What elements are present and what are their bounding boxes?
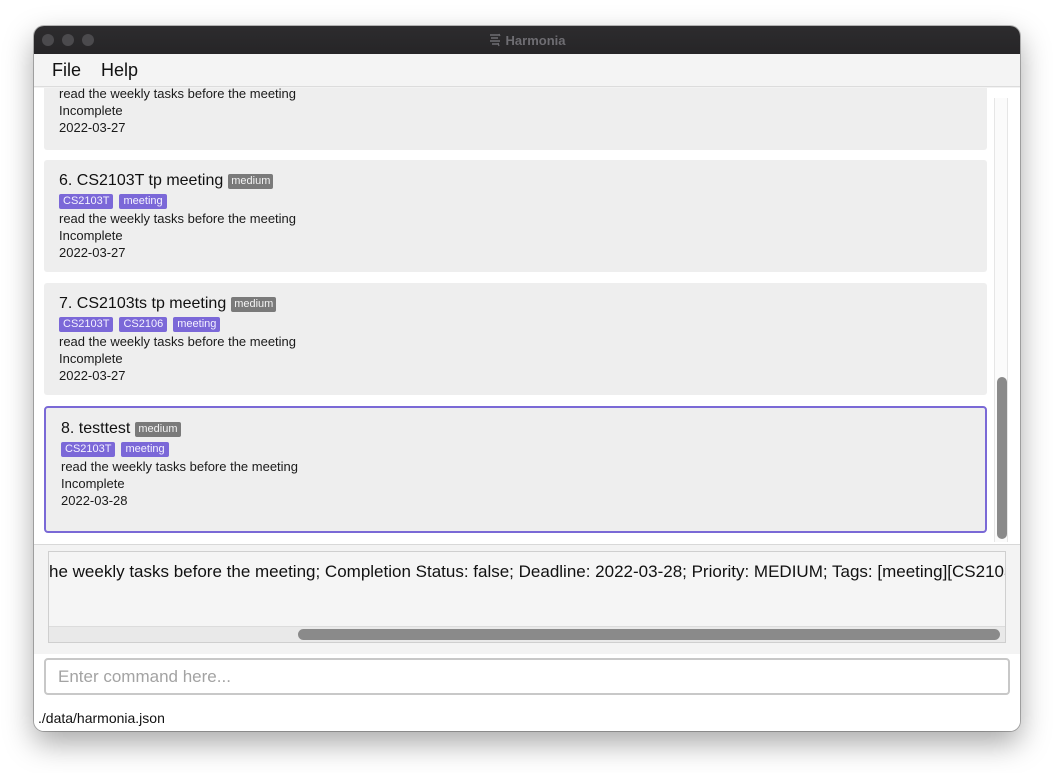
result-text: he weekly tasks before the meeting; Comp… [49, 562, 1005, 581]
task-card-selected[interactable]: 8. testtest medium CS2103T meeting read … [44, 406, 987, 533]
priority-badge: medium [231, 296, 277, 312]
zoom-window-button[interactable] [82, 34, 94, 46]
close-window-button[interactable] [42, 34, 54, 46]
result-horizontal-scrollbar[interactable] [49, 626, 1005, 642]
task-title-row: 8. testtest medium [61, 420, 181, 438]
task-title-row: 6. CS2103T tp meeting medium [59, 172, 274, 190]
menu-help[interactable]: Help [101, 60, 138, 81]
task-description: read the weekly tasks before the meeting [59, 88, 297, 101]
task-description: read the weekly tasks before the meeting [61, 459, 299, 474]
tag-badge: CS2103T [59, 194, 114, 209]
window-title: Harmonia [505, 32, 566, 48]
task-deadline: 2022-03-28 [61, 493, 128, 508]
task-tags: CS2103T CS2106 meeting [59, 317, 221, 332]
result-scrollbar-thumb[interactable] [298, 629, 1000, 640]
task-title: 6. CS2103T tp meeting [59, 172, 224, 189]
task-deadline: 2022-03-27 [59, 368, 126, 383]
priority-badge: medium [135, 421, 181, 437]
data-file-path: ./data/harmonia.json [38, 710, 165, 726]
task-deadline: 2022-03-27 [59, 120, 126, 135]
task-status: Incomplete [59, 228, 123, 243]
task-status: Incomplete [59, 351, 123, 366]
window-title-group: Harmonia [489, 32, 566, 48]
window-controls [42, 34, 94, 46]
task-status: Incomplete [59, 103, 123, 118]
result-display[interactable]: he weekly tasks before the meeting; Comp… [48, 551, 1006, 643]
title-bar[interactable]: Harmonia [34, 26, 1020, 54]
tag-badge: meeting [119, 194, 167, 209]
command-input[interactable] [44, 658, 1010, 695]
menu-file[interactable]: File [52, 60, 81, 81]
tag-badge: CS2103T [59, 317, 114, 332]
task-tags: CS2103T meeting [61, 442, 169, 457]
task-list-scrollbar-thumb[interactable] [997, 377, 1007, 539]
task-status: Incomplete [61, 476, 125, 491]
tag-badge: meeting [173, 317, 221, 332]
tag-badge: CS2103T [61, 442, 116, 457]
app-window: Harmonia File Help read the weekly tasks… [34, 26, 1020, 731]
tag-badge: CS2106 [119, 317, 168, 332]
task-card[interactable]: 6. CS2103T tp meeting medium CS2103T mee… [44, 160, 987, 272]
task-deadline: 2022-03-27 [59, 245, 126, 260]
task-card[interactable]: 7. CS2103ts tp meeting medium CS2103T CS… [44, 283, 987, 395]
priority-badge: medium [228, 173, 274, 189]
command-panel [34, 654, 1020, 702]
harmonia-app-icon [489, 33, 501, 47]
task-title: 8. testtest [61, 420, 131, 437]
task-description: read the weekly tasks before the meeting [59, 211, 297, 226]
task-title: 7. CS2103ts tp meeting [59, 295, 227, 312]
task-list-scrollbar[interactable] [994, 98, 1008, 542]
task-tags: CS2103T meeting [59, 194, 167, 209]
menu-bar: File Help [34, 54, 1020, 87]
result-panel: he weekly tasks before the meeting; Comp… [34, 544, 1020, 654]
minimize-window-button[interactable] [62, 34, 74, 46]
task-title-row: 7. CS2103ts tp meeting medium [59, 295, 277, 313]
status-bar: ./data/harmonia.json [34, 702, 1020, 731]
task-description: read the weekly tasks before the meeting [59, 334, 297, 349]
task-card[interactable]: read the weekly tasks before the meeting… [44, 88, 987, 150]
task-list-panel[interactable]: read the weekly tasks before the meeting… [34, 88, 1020, 544]
tag-badge: meeting [121, 442, 169, 457]
